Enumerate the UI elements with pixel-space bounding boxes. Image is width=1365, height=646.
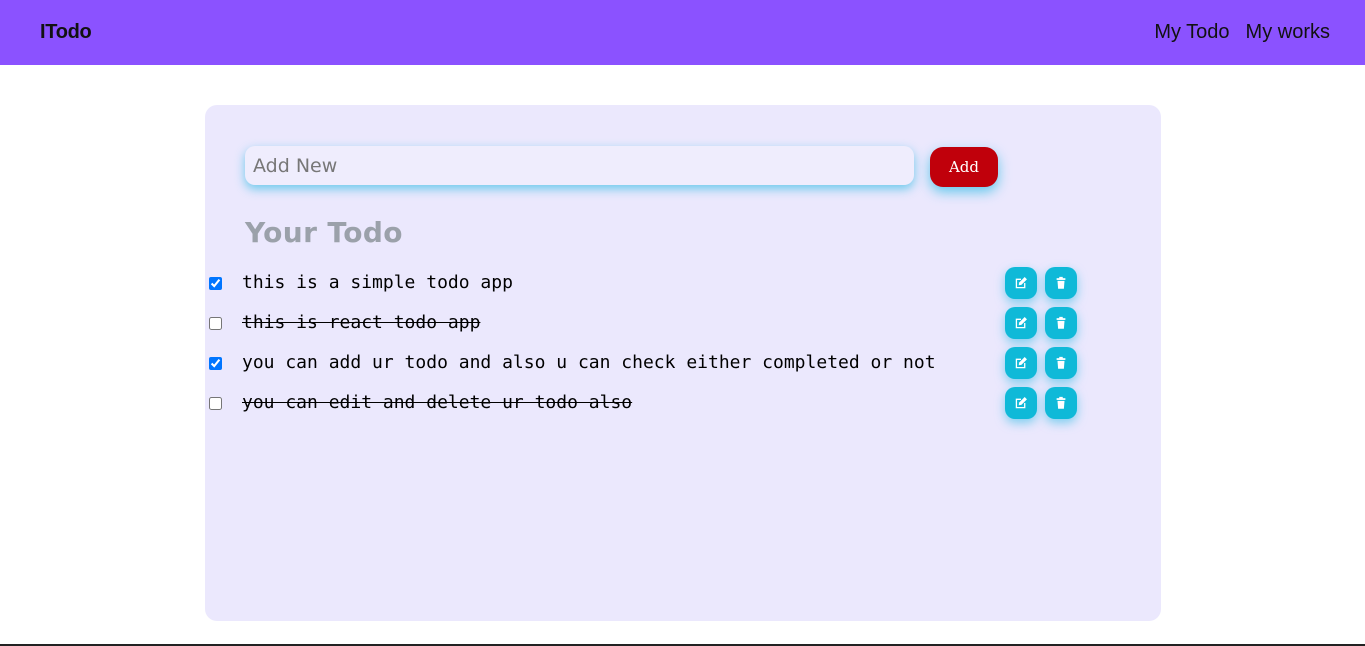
add-button[interactable]: Add [930, 147, 998, 187]
todo-checkbox[interactable] [209, 397, 222, 410]
todo-checkbox[interactable] [209, 357, 222, 370]
todo-item: this is a simple todo app [205, 263, 1161, 303]
trash-icon [1056, 356, 1066, 369]
edit-button[interactable] [1005, 307, 1037, 339]
edit-icon [1015, 317, 1027, 329]
todo-list: this is a simple todo app this is react … [205, 263, 1161, 423]
navbar: ITodo My Todo My works [0, 0, 1365, 65]
nav-link-my-works[interactable]: My works [1246, 21, 1330, 44]
edit-icon [1015, 357, 1027, 369]
edit-icon [1015, 277, 1027, 289]
todo-text: this is a simple todo app [242, 272, 513, 293]
todo-item: you can add ur todo and also u can check… [205, 343, 1161, 383]
todo-text: you can add ur todo and also u can check… [242, 352, 936, 373]
edit-icon [1015, 397, 1027, 409]
delete-button[interactable] [1045, 307, 1077, 339]
todo-item: this is react todo app [205, 303, 1161, 343]
delete-button[interactable] [1045, 387, 1077, 419]
brand-logo[interactable]: ITodo [40, 21, 92, 44]
todo-card: Add Your Todo this is a simple todo app … [205, 105, 1161, 621]
todo-checkbox[interactable] [209, 277, 222, 290]
delete-button[interactable] [1045, 267, 1077, 299]
edit-button[interactable] [1005, 347, 1037, 379]
todo-checkbox[interactable] [209, 317, 222, 330]
section-title: Your Todo [245, 216, 403, 249]
edit-button[interactable] [1005, 267, 1037, 299]
nav-links: My Todo My works [1154, 21, 1330, 44]
trash-icon [1056, 316, 1066, 329]
edit-button[interactable] [1005, 387, 1037, 419]
add-todo-input[interactable] [245, 146, 914, 185]
todo-text: you can edit and delete ur todo also [242, 392, 633, 413]
trash-icon [1056, 276, 1066, 289]
trash-icon [1056, 396, 1066, 409]
delete-button[interactable] [1045, 347, 1077, 379]
nav-link-my-todo[interactable]: My Todo [1154, 21, 1229, 44]
todo-item: you can edit and delete ur todo also [205, 383, 1161, 423]
todo-text: this is react todo app [242, 312, 481, 333]
